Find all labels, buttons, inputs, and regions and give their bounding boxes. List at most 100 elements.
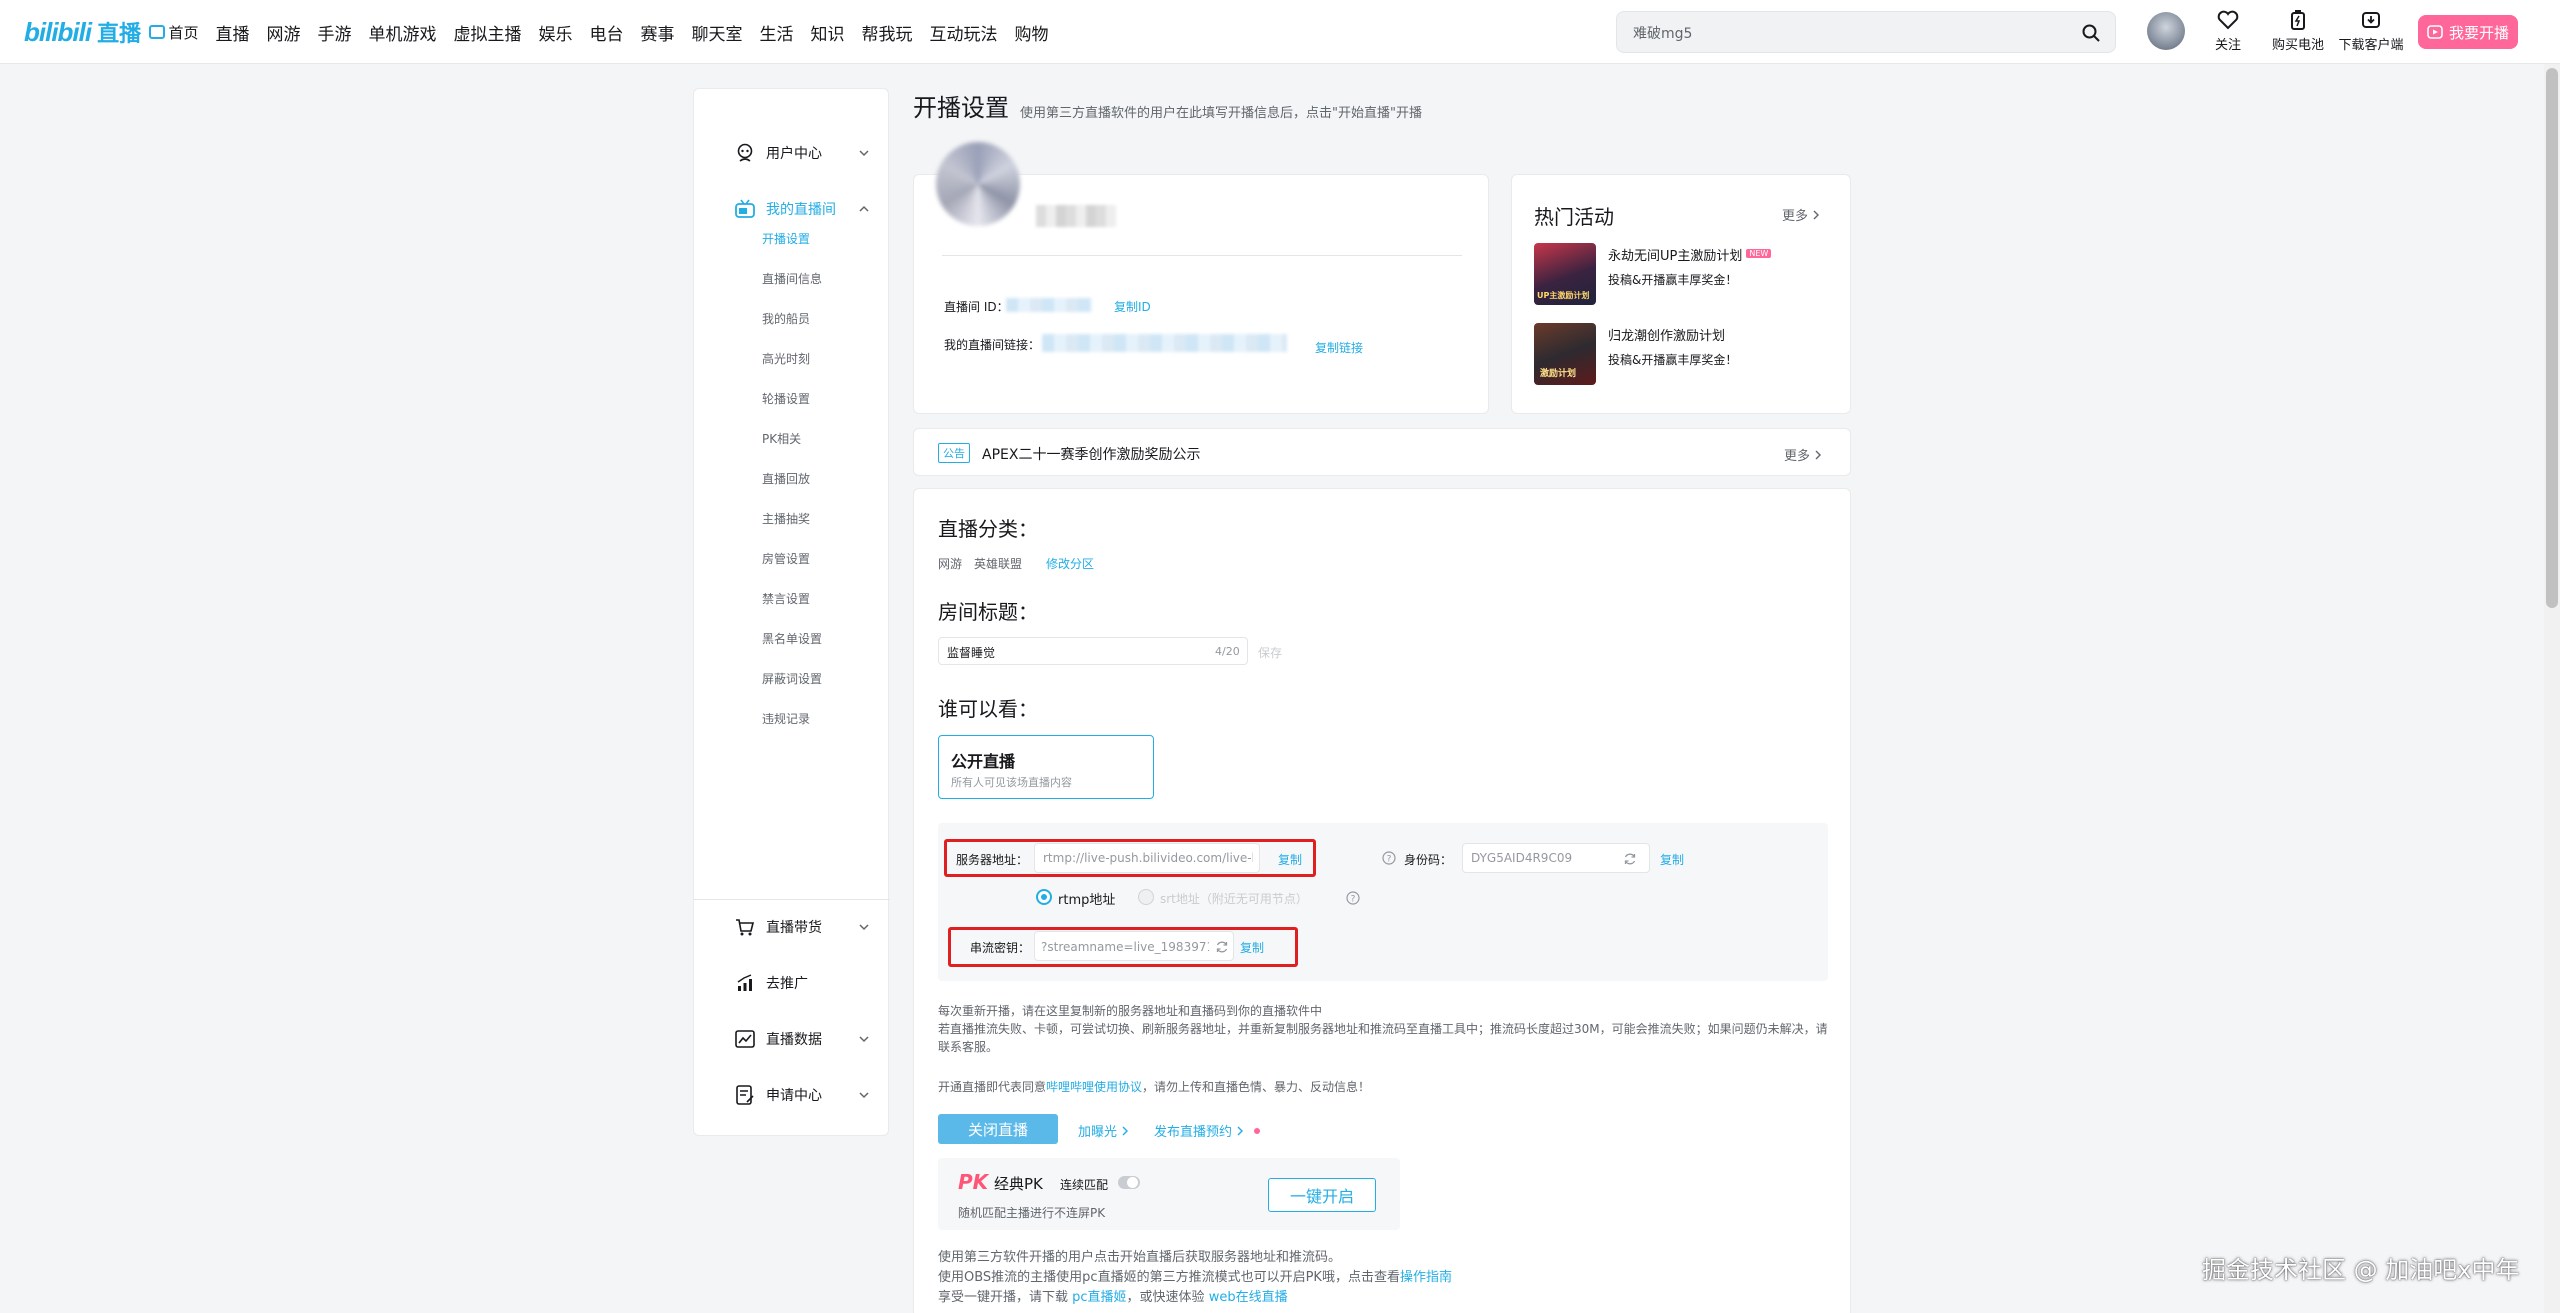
hot-item-title-text: 永劫无间UP主激励计划: [1608, 249, 1743, 264]
sidebar-item-room-admins[interactable]: 房管设置: [762, 550, 810, 567]
sidebar-item-room-info[interactable]: 直播间信息: [762, 270, 822, 287]
nav-life[interactable]: 生活: [751, 20, 802, 45]
nav-online-games[interactable]: 网游: [258, 20, 309, 45]
bilibili-live-logo[interactable]: bilibili 直播: [24, 14, 141, 50]
nav-entertainment[interactable]: 娱乐: [530, 20, 581, 45]
schedule-live-link[interactable]: 发布直播预约: [1154, 1121, 1261, 1140]
nav-help-me-play[interactable]: 帮我玩: [853, 20, 921, 45]
sidebar-group-user-center[interactable]: 用户中心: [694, 133, 890, 173]
logo-suffix: 直播: [97, 22, 142, 47]
hot-item-title[interactable]: 归龙潮创作激励计划: [1608, 325, 1725, 344]
sidebar-label: 申请中心: [766, 1088, 822, 1104]
nav-home[interactable]: 首页: [140, 22, 207, 43]
web-live-link[interactable]: web在线直播: [1209, 1290, 1288, 1305]
nav-mobile-games[interactable]: 手游: [309, 20, 360, 45]
copy-identity-button[interactable]: 复制: [1660, 851, 1684, 868]
copy-link-link[interactable]: 复制链接: [1315, 339, 1363, 356]
start-live-button[interactable]: 我要开播: [2418, 15, 2518, 49]
download-client-button[interactable]: 下载客户端: [2336, 8, 2406, 53]
boost-exposure-link[interactable]: 加曝光: [1078, 1121, 1129, 1140]
agreement-link[interactable]: 哔哩哔哩使用协议: [1046, 1080, 1142, 1094]
copy-id-link[interactable]: 复制ID: [1114, 298, 1151, 315]
nav-virtual[interactable]: 虚拟主播: [445, 20, 530, 45]
sidebar-item-blocked-words[interactable]: 屏蔽词设置: [762, 670, 822, 687]
nav-interactive[interactable]: 互动玩法: [921, 20, 1006, 45]
follow-button[interactable]: 关注: [2198, 8, 2258, 53]
highlight-box-stream-key: [948, 927, 1298, 967]
sidebar-group-live-commerce[interactable]: 直播带货: [694, 907, 890, 947]
sidebar-item-highlights[interactable]: 高光时刻: [762, 350, 810, 367]
sidebar-item-live-settings[interactable]: 开播设置: [762, 230, 810, 247]
hot-item-title[interactable]: 永劫无间UP主激励计划 NEW: [1608, 245, 1772, 264]
notice-bar[interactable]: 公告 APEX二十一赛季创作激励奖励公示 更多: [913, 428, 1851, 476]
change-category-link[interactable]: 修改分区: [1046, 555, 1094, 572]
identity-code-input[interactable]: DYG5AID4R9C09: [1462, 843, 1650, 873]
footer-tip-line: 使用OBS推流的主播使用pc直播姬的第三方推流模式也可以开启PK哦，点击查看操作…: [938, 1268, 1828, 1288]
sidebar-group-live-data[interactable]: 直播数据: [694, 1019, 890, 1059]
search-input[interactable]: 难破mg5: [1616, 11, 2116, 53]
search-placeholder: 难破mg5: [1633, 26, 1693, 42]
username-redacted: [1036, 205, 1116, 227]
footer-tip-text: ，或快速体验: [1126, 1290, 1209, 1305]
nav-esports[interactable]: 赛事: [632, 20, 683, 45]
pk-toggle-label: 连续匹配: [1060, 1178, 1109, 1192]
help-icon[interactable]: ?: [1346, 891, 1360, 905]
hot-item-thumbnail[interactable]: 激励计划: [1534, 323, 1596, 385]
agreement-text: 开通直播即代表同意哔哩哔哩使用协议，请勿上传和直播色情、暴力、反动信息！: [938, 1078, 1370, 1095]
refresh-icon[interactable]: [1623, 852, 1637, 866]
room-title-input[interactable]: 监督睡觉 4/20: [938, 637, 1248, 665]
nav-knowledge[interactable]: 知识: [802, 20, 853, 45]
hot-more-link[interactable]: 更多: [1782, 205, 1820, 224]
room-title-count: 4/20: [1215, 645, 1240, 658]
pc-app-link[interactable]: pc直播姬: [1072, 1290, 1126, 1305]
rtmp-radio[interactable]: [1036, 889, 1052, 905]
sidebar-item-replay[interactable]: 直播回放: [762, 470, 810, 487]
pk-desc: 随机匹配主播进行不连屏PK: [958, 1206, 1106, 1220]
continuous-match-toggle[interactable]: [1118, 1176, 1140, 1189]
sidebar-item-carousel[interactable]: 轮播设置: [762, 390, 810, 407]
page-scrollbar-thumb[interactable]: [2546, 68, 2558, 608]
sidebar-group-promote[interactable]: 去推广: [694, 963, 890, 1003]
srt-option-label: srt地址（附近无可用节点）: [1160, 892, 1308, 906]
thumbnail-text: UP主激励计划: [1537, 291, 1590, 300]
guide-link[interactable]: 操作指南: [1400, 1270, 1452, 1285]
help-icon[interactable]: ?: [1382, 851, 1396, 865]
user-avatar[interactable]: [2147, 12, 2185, 50]
chevron-right-icon: [1237, 1126, 1244, 1135]
sidebar-item-pk[interactable]: PK相关: [762, 430, 801, 447]
sidebar-item-blacklist[interactable]: 黑名单设置: [762, 630, 822, 647]
notice-text[interactable]: APEX二十一赛季创作激励奖励公示: [982, 444, 1200, 464]
tips-text: 每次重新开播，请在这里复制新的服务器地址和直播码到你的直播软件中 若直播推流失败…: [938, 1002, 1828, 1056]
sidebar-item-violations[interactable]: 违规记录: [762, 710, 810, 727]
pk-logo: PK: [958, 1170, 989, 1194]
nav-radio[interactable]: 电台: [581, 20, 632, 45]
nav-live[interactable]: 直播: [207, 20, 258, 45]
nav-chatroom[interactable]: 聊天室: [683, 20, 751, 45]
close-live-button[interactable]: 关闭直播: [938, 1114, 1058, 1144]
hot-item-desc: 投稿&开播赢丰厚奖金！: [1608, 273, 1738, 287]
srt-radio[interactable]: [1138, 889, 1154, 905]
rtmp-option-label: rtmp地址: [1058, 893, 1116, 908]
search-icon[interactable]: [2081, 23, 2101, 43]
user-center-icon: [737, 143, 753, 162]
divider: [942, 255, 1462, 256]
nav-single-games[interactable]: 单机游戏: [360, 20, 445, 45]
sidebar-item-crew[interactable]: 我的船员: [762, 310, 810, 327]
sidebar-group-apply-center[interactable]: 申请中心: [694, 1075, 890, 1115]
buy-battery-button[interactable]: 购买电池: [2268, 8, 2328, 53]
sidebar-group-my-room[interactable]: 我的直播间: [694, 189, 890, 229]
buy-battery-label: 购买电池: [2271, 38, 2324, 53]
sidebar-item-lottery[interactable]: 主播抽奖: [762, 510, 810, 527]
room-link-redacted: [1042, 334, 1287, 352]
pk-start-button[interactable]: 一键开启: [1268, 1178, 1376, 1212]
nav-shopping[interactable]: 购物: [1006, 20, 1057, 45]
visibility-public-option[interactable]: 公开直播 所有人可见该场直播内容: [938, 735, 1154, 799]
sidebar-item-mute[interactable]: 禁言设置: [762, 590, 810, 607]
room-title-value: 监督睡觉: [947, 646, 996, 660]
boost-label: 加曝光: [1078, 1125, 1118, 1140]
hot-activities-title: 热门活动: [1534, 205, 1614, 229]
save-title-button[interactable]: 保存: [1258, 644, 1282, 661]
notice-more-link[interactable]: 更多: [1784, 445, 1822, 464]
tv-room-icon: [735, 199, 755, 218]
hot-item-thumbnail[interactable]: UP主激励计划: [1534, 243, 1596, 305]
